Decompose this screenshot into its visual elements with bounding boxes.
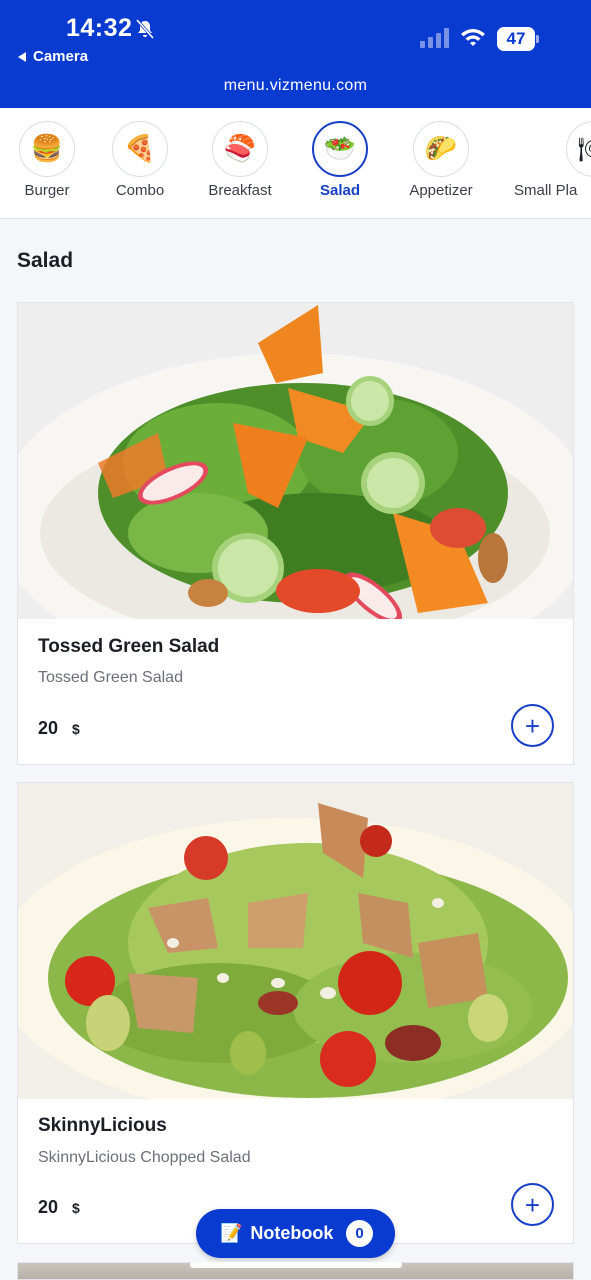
url-bar[interactable]: menu.vizmenu.com bbox=[0, 77, 591, 95]
food-image bbox=[18, 783, 573, 1099]
notebook-count-badge: 0 bbox=[346, 1220, 373, 1247]
item-price: 20 bbox=[38, 1197, 59, 1217]
item-currency: $ bbox=[72, 721, 80, 737]
battery-icon: 47 bbox=[497, 27, 539, 51]
item-price: 20 bbox=[38, 718, 59, 738]
status-bar: 14:32 Camera 47 menu.vizmenu.com bbox=[0, 0, 591, 108]
category-salad[interactable]: 🥗 Salad bbox=[300, 121, 380, 199]
item-currency: $ bbox=[72, 1200, 80, 1216]
category-label: Salad bbox=[319, 182, 361, 199]
item-description: SkinnyLicious Chopped Salad bbox=[38, 1149, 251, 1166]
food-image bbox=[18, 303, 573, 619]
back-label: Camera bbox=[33, 48, 89, 65]
salad-icon: 🥗 bbox=[312, 121, 368, 177]
category-burger[interactable]: 🍔 Burger bbox=[18, 121, 76, 199]
category-label: Burger bbox=[24, 182, 70, 199]
cellular-signal-icon bbox=[420, 28, 449, 48]
section-title: Salad bbox=[17, 249, 74, 272]
clock: 14:32 bbox=[66, 14, 133, 42]
plus-icon: + bbox=[524, 1189, 541, 1220]
add-to-notebook-button[interactable]: + bbox=[511, 704, 554, 747]
category-appetizer[interactable]: 🌮 Appetizer bbox=[400, 121, 482, 199]
wifi-icon bbox=[461, 29, 485, 46]
category-label: Appetizer bbox=[409, 182, 473, 199]
add-to-notebook-button[interactable]: + bbox=[511, 1183, 554, 1226]
item-name: SkinnyLicious bbox=[38, 1115, 167, 1136]
notebook-button[interactable]: 📝 Notebook 0 bbox=[196, 1209, 395, 1258]
burger-icon: 🍔 bbox=[19, 121, 75, 177]
notebook-label: Notebook bbox=[250, 1223, 334, 1243]
category-combo[interactable]: 🍕 Combo bbox=[100, 121, 180, 199]
category-label: Breakfast bbox=[208, 182, 272, 199]
category-label: Combo bbox=[115, 182, 165, 199]
category-strip: 🍔 Burger 🍕 Combo 🍣 Breakfast 🥗 Salad 🌮 A… bbox=[0, 108, 591, 219]
item-description: Tossed Green Salad bbox=[38, 669, 183, 686]
category-label: Small Pla bbox=[514, 182, 578, 199]
menu-item-card[interactable]: Tossed Green Salad Tossed Green Salad 20… bbox=[17, 302, 574, 765]
plus-icon: + bbox=[524, 710, 541, 741]
battery-level: 47 bbox=[497, 27, 535, 51]
menu-item-card[interactable]: SkinnyLicious SkinnyLicious Chopped Sala… bbox=[17, 782, 574, 1244]
home-indicator[interactable] bbox=[190, 1262, 402, 1268]
taco-icon: 🌮 bbox=[413, 121, 469, 177]
category-small-plates[interactable]: 🍽 Small Pla bbox=[512, 121, 591, 199]
sushi-icon: 🍣 bbox=[212, 121, 268, 177]
bell-muted-icon bbox=[135, 19, 155, 39]
item-name: Tossed Green Salad bbox=[38, 636, 220, 657]
back-arrow-icon bbox=[18, 51, 26, 62]
small-plates-icon: 🍽 bbox=[566, 121, 591, 177]
category-breakfast[interactable]: 🍣 Breakfast bbox=[200, 121, 280, 199]
back-to-camera-link[interactable]: Camera bbox=[18, 48, 88, 65]
notebook-icon: 📝 bbox=[220, 1223, 243, 1244]
pizza-icon: 🍕 bbox=[112, 121, 168, 177]
